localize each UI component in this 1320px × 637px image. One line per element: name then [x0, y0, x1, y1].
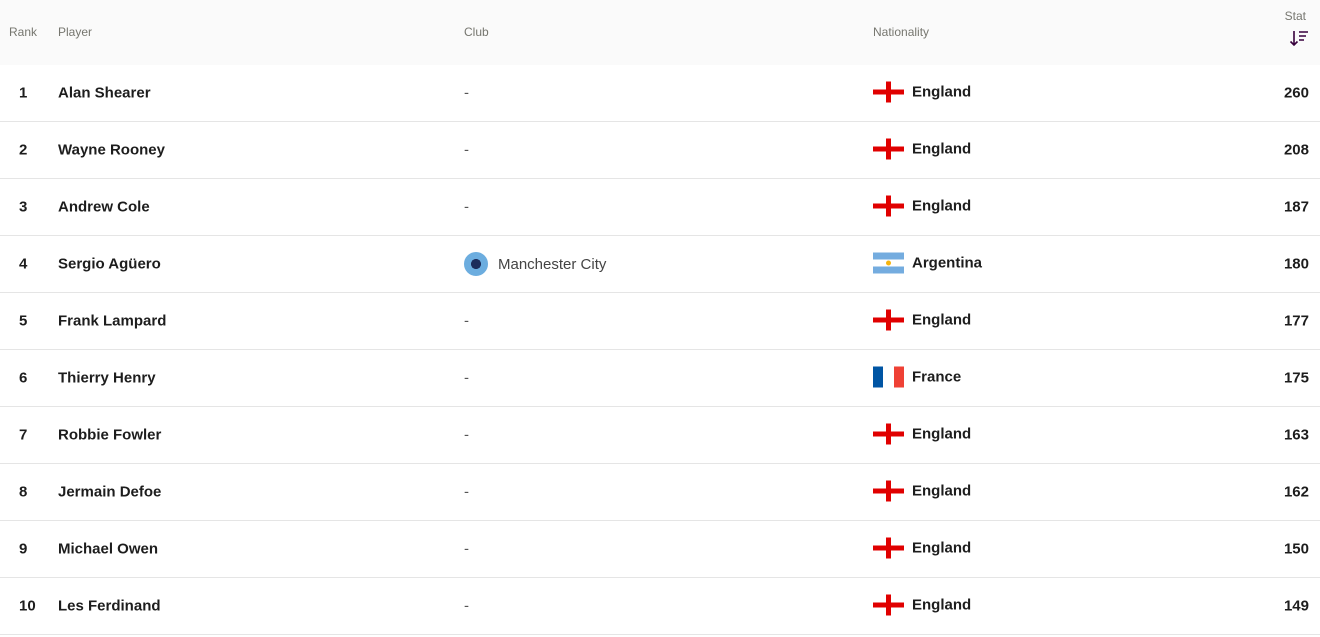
header-player: Player — [58, 25, 93, 39]
header-stat[interactable]: Stat — [1285, 9, 1306, 23]
nationality-cell: England — [873, 423, 972, 445]
nationality-cell: Argentina — [873, 252, 983, 274]
rank-cell: 8 — [19, 483, 28, 501]
stat-value: 162 — [1283, 483, 1309, 501]
table-row[interactable]: 8 Jermain Defoe - England 162 — [0, 464, 1320, 521]
table-row[interactable]: 9 Michael Owen - England 150 — [0, 521, 1320, 578]
nationality-label: England — [912, 425, 972, 443]
nationality-label: England — [912, 83, 972, 101]
nationality-label: England — [912, 482, 972, 500]
stat-value: 175 — [1283, 369, 1309, 387]
club-cell: - — [464, 312, 469, 330]
nationality-label: France — [912, 368, 962, 386]
player-name-link[interactable]: Sergio Agüero — [58, 256, 161, 273]
stat-value: 187 — [1283, 198, 1309, 216]
stats-table: Rank Player Club Nationality Stat 1 Alan… — [0, 0, 1320, 635]
nationality-cell: England — [873, 81, 972, 103]
table-row[interactable]: 7 Robbie Fowler - England 163 — [0, 407, 1320, 464]
club-cell: - — [464, 141, 469, 159]
club-name-link[interactable]: Manchester City — [498, 256, 606, 273]
header-nationality: Nationality — [873, 25, 930, 39]
player-name-link[interactable]: Frank Lampard — [58, 313, 166, 330]
club-cell: - — [464, 84, 469, 102]
flag-eng-icon — [873, 309, 904, 331]
club-cell: - — [464, 426, 469, 444]
header-rank: Rank — [9, 25, 38, 39]
flag-eng-icon — [873, 537, 904, 559]
flag-eng-icon — [873, 423, 904, 445]
nationality-label: England — [912, 596, 972, 614]
rank-cell: 3 — [19, 198, 28, 216]
stat-value: 149 — [1283, 597, 1309, 615]
club-cell: - — [464, 198, 469, 216]
rank-cell: 2 — [19, 141, 28, 159]
table-row[interactable]: 1 Alan Shearer - England 260 — [0, 65, 1320, 122]
table-header: Rank Player Club Nationality Stat — [0, 0, 1320, 65]
rank-cell: 1 — [19, 84, 28, 102]
player-name-link[interactable]: Andrew Cole — [58, 199, 150, 216]
flag-eng-icon — [873, 594, 904, 616]
table-row[interactable]: 6 Thierry Henry - France 175 — [0, 350, 1320, 407]
stat-value: 208 — [1283, 141, 1309, 159]
flag-arg-icon — [873, 252, 904, 274]
player-name-link[interactable]: Jermain Defoe — [58, 484, 161, 501]
flag-eng-icon — [873, 480, 904, 502]
stat-value: 260 — [1283, 84, 1309, 102]
player-name-link[interactable]: Les Ferdinand — [58, 598, 161, 615]
nationality-cell: England — [873, 480, 972, 502]
header-club: Club — [464, 25, 489, 39]
player-name-link[interactable]: Michael Owen — [58, 541, 158, 558]
flag-eng-icon — [873, 81, 904, 103]
table-row[interactable]: 5 Frank Lampard - England 177 — [0, 293, 1320, 350]
club-cell: Manchester City — [464, 252, 606, 276]
nationality-label: England — [912, 197, 972, 215]
stat-value: 163 — [1283, 426, 1309, 444]
nationality-cell: England — [873, 537, 972, 559]
stat-value: 150 — [1283, 540, 1309, 558]
table-row[interactable]: 10 Les Ferdinand - England 149 — [0, 578, 1320, 635]
nationality-cell: France — [873, 366, 962, 388]
player-name-link[interactable]: Alan Shearer — [58, 85, 151, 102]
player-name-link[interactable]: Thierry Henry — [58, 370, 156, 387]
flag-eng-icon — [873, 195, 904, 217]
table-row[interactable]: 4 Sergio Agüero Manchester City Argentin… — [0, 236, 1320, 293]
player-name-link[interactable]: Wayne Rooney — [58, 142, 165, 159]
player-name-link[interactable]: Robbie Fowler — [58, 427, 161, 444]
table-row[interactable]: 3 Andrew Cole - England 187 — [0, 179, 1320, 236]
club-cell: - — [464, 369, 469, 387]
table-body: 1 Alan Shearer - England 260 2 Wayne Roo… — [0, 65, 1320, 635]
club-cell: - — [464, 540, 469, 558]
rank-cell: 5 — [19, 312, 28, 330]
club-badge-icon — [464, 252, 488, 276]
sort-descending-icon[interactable] — [1289, 29, 1309, 49]
nationality-cell: England — [873, 594, 972, 616]
nationality-label: England — [912, 140, 972, 158]
club-cell: - — [464, 597, 469, 615]
rank-cell: 7 — [19, 426, 28, 444]
nationality-label: Argentina — [912, 254, 983, 272]
table-row[interactable]: 2 Wayne Rooney - England 208 — [0, 122, 1320, 179]
stat-value: 180 — [1283, 255, 1309, 273]
nationality-cell: England — [873, 309, 972, 331]
rank-cell: 10 — [19, 597, 36, 615]
stat-value: 177 — [1283, 312, 1309, 330]
rank-cell: 6 — [19, 369, 28, 387]
flag-eng-icon — [873, 138, 904, 160]
club-cell: - — [464, 483, 469, 501]
nationality-label: England — [912, 311, 972, 329]
flag-fra-icon — [873, 366, 904, 388]
rank-cell: 4 — [19, 255, 28, 273]
nationality-cell: England — [873, 138, 972, 160]
rank-cell: 9 — [19, 540, 28, 558]
nationality-cell: England — [873, 195, 972, 217]
nationality-label: England — [912, 539, 972, 557]
